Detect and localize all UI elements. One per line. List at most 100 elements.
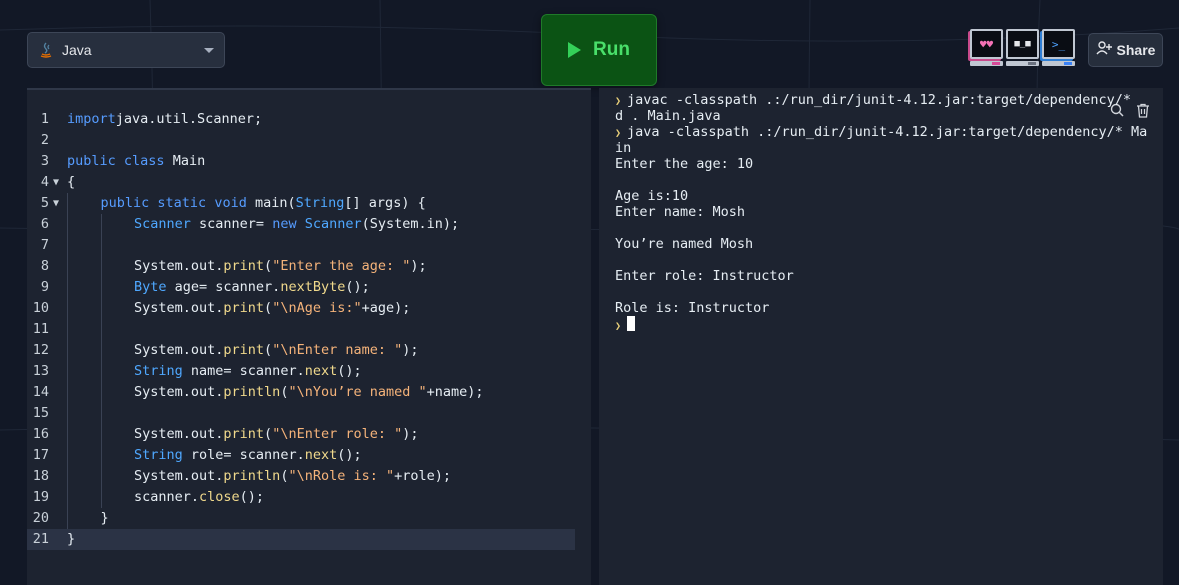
code-line[interactable]: 1 importjava.util.Scanner; (27, 109, 575, 130)
terminal-text: Age is:10 (615, 188, 689, 204)
line-number: 6 (40, 216, 49, 232)
code-token: next (304, 447, 338, 463)
code-line[interactable]: 11 (27, 319, 575, 340)
code-token: System.out. (134, 384, 224, 400)
indent-guide (67, 466, 68, 487)
code-line[interactable]: 4 ▼ { (27, 172, 575, 193)
code-token: "\nEnter name: " (272, 342, 403, 358)
play-icon (568, 42, 582, 58)
line-number: 13 (32, 363, 49, 379)
code-token: "Enter the age: " (272, 258, 411, 274)
code-token: "\nAge is:" (272, 300, 362, 316)
code-line[interactable]: 20} (27, 508, 575, 529)
terminal-text: in (615, 140, 632, 156)
code-token: [] args) { (344, 195, 426, 211)
code-token: ); (402, 426, 419, 442)
line-number: 8 (40, 258, 49, 274)
fold-toggle-icon[interactable]: ▼ (53, 193, 59, 214)
code-text: String name= scanner.next(); (134, 361, 362, 382)
code-line[interactable]: 21} (27, 529, 575, 550)
code-line[interactable]: 18 System.out.println("\nRole is: "+role)… (27, 466, 575, 487)
indent-guide (100, 361, 102, 382)
code-token: print (223, 342, 265, 358)
terminal-line: d . Main.java (615, 108, 721, 124)
code-line[interactable]: 16 System.out.print("\nEnter role: "); (27, 424, 575, 445)
avatar-base (970, 61, 1003, 66)
code-line[interactable]: 15 (27, 403, 575, 424)
trash-icon[interactable] (1135, 102, 1151, 118)
terminal-text: Enter the age: 10 (615, 156, 754, 172)
code-token: class (123, 153, 165, 169)
code-token: System.out. (134, 426, 224, 442)
code-token: +role); (394, 468, 452, 484)
code-token: } (67, 531, 76, 547)
code-token: print (223, 300, 265, 316)
code-token: nextByte (280, 279, 346, 295)
code-text: } (67, 529, 75, 550)
code-text: System.out.print("Enter the age: "); (134, 256, 427, 277)
fold-toggle-icon[interactable]: ▼ (53, 172, 59, 193)
line-number: 12 (32, 342, 49, 358)
indent-guide (67, 193, 68, 214)
terminal-line: ❯ java -classpath .:/run_dir/junit-4.12.… (615, 124, 1147, 140)
prompt-icon: ❯ (615, 321, 628, 332)
code-text: Scanner scanner= new Scanner(System.in); (134, 214, 459, 235)
code-editor[interactable]: 1 importjava.util.Scanner; 2 3 public class … (27, 88, 591, 585)
terminal-cursor[interactable] (627, 316, 636, 331)
code-line[interactable]: 12 System.out.print("\nEnter name: "); (27, 340, 575, 361)
code-token: java.util.Scanner; (115, 111, 263, 127)
code-text: System.out.println("\nRole is: "+role); (134, 466, 451, 487)
code-line[interactable]: 9 Byte age= scanner.nextByte(); (27, 277, 575, 298)
code-token: scanner= (190, 216, 273, 232)
code-line[interactable]: 7 (27, 235, 575, 256)
code-line[interactable]: 3 public class Main (27, 151, 575, 172)
indent-guide (100, 235, 102, 256)
code-text: importjava.util.Scanner; (67, 109, 262, 130)
code-text: System.out.print("\nAge is:"+age); (134, 298, 410, 319)
terminal-text: Enter name: Mosh (615, 204, 746, 220)
line-number: 9 (40, 279, 49, 295)
code-text: public class Main (67, 151, 205, 172)
line-number: 15 (32, 405, 49, 421)
code-line[interactable]: 2 (27, 130, 575, 151)
code-token: } (100, 510, 109, 526)
code-token: import (67, 111, 116, 127)
share-button[interactable]: Share (1088, 33, 1163, 67)
add-user-icon (1095, 40, 1112, 60)
indent-guide (67, 403, 68, 424)
chevron-down-icon (204, 47, 214, 53)
code-token: public (67, 153, 116, 169)
code-line[interactable]: 10 System.out.print("\nAge is:"+age); (27, 298, 575, 319)
language-select[interactable]: Java (27, 32, 225, 68)
terminal-line: ❯ (615, 316, 636, 332)
terminal-text: java -classpath .:/run_dir/junit-4.12.ja… (627, 124, 1148, 140)
code-token: "\nRole is: " (288, 468, 395, 484)
terminal-line: Enter name: Mosh (615, 204, 745, 220)
terminal-console[interactable]: ❯ javac -classpath .:/run_dir/junit-4.12… (599, 88, 1163, 585)
indent-guide (100, 214, 102, 235)
indent-guide (100, 403, 102, 424)
indent-guide (100, 256, 102, 277)
indent-guide (100, 340, 102, 361)
run-button[interactable]: Run (541, 14, 657, 86)
code-token: ( (264, 342, 273, 358)
code-line[interactable]: 8 System.out.print("Enter the age: "); (27, 256, 575, 277)
code-line[interactable]: 14 System.out.println("\nYou’re named "+n… (27, 382, 575, 403)
code-token: (); (337, 363, 362, 379)
code-token: (); (239, 489, 265, 505)
code-text: { (67, 172, 75, 193)
code-token: System.out. (134, 342, 224, 358)
line-number: 3 (40, 153, 49, 169)
indent-guide (67, 382, 68, 403)
code-token: Scanner (304, 216, 362, 232)
code-token: new (272, 216, 297, 232)
heart-eyes-avatar[interactable]: ♥♥ (970, 29, 1003, 66)
neutral-avatar[interactable]: ■_■ (1006, 29, 1039, 66)
code-line[interactable]: 6 Scanner scanner= new Scanner(System.in)… (27, 214, 575, 235)
code-line[interactable]: 5 ▼ public static void main(String[] args)… (27, 193, 575, 214)
code-line[interactable]: 13 String name= scanner.next(); (27, 361, 575, 382)
prompt-avatar[interactable]: >_ (1042, 29, 1075, 66)
code-line[interactable]: 17 String role= scanner.next(); (27, 445, 575, 466)
code-line[interactable]: 19 scanner.close(); (27, 487, 575, 508)
